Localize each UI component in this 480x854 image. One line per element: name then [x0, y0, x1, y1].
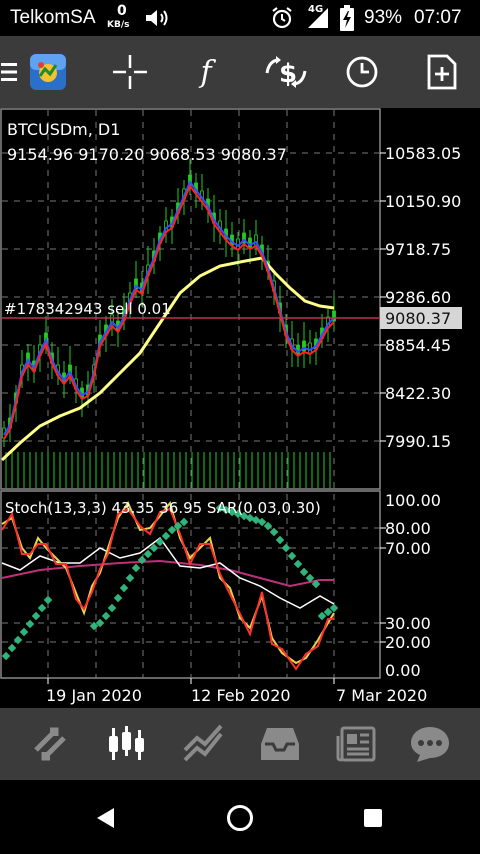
sar-dot — [119, 583, 129, 593]
sar-dot — [7, 643, 17, 653]
price-tick: 7990.15 — [385, 432, 451, 451]
quotes-icon[interactable] — [26, 720, 74, 768]
sar-dot — [107, 603, 117, 613]
sar-dot — [269, 527, 279, 537]
sar-dot — [155, 537, 165, 547]
sar-dot — [287, 551, 297, 561]
news-icon[interactable] — [332, 720, 380, 768]
sar-dot — [131, 563, 141, 573]
metatrader-logo-icon[interactable] — [26, 36, 70, 108]
indicator-label: Stoch(13,3,3) 43.35 36.95 SAR(0.03,0.30) — [5, 499, 321, 517]
price-tick: 10150.90 — [385, 192, 461, 211]
sar-dots — [1, 503, 339, 661]
price-axis: 10583.05 10150.90 9718.75 9286.60 8854.4… — [380, 144, 461, 451]
clock-icon[interactable] — [338, 36, 386, 108]
sar-dot — [299, 567, 309, 577]
ohlc-values: 9154.96 9170.20 9068.53 9080.37 — [7, 145, 287, 164]
new-document-icon[interactable] — [418, 36, 466, 108]
clock-time: 07:07 — [414, 7, 462, 28]
sar-dot — [43, 595, 53, 605]
trade-icon[interactable] — [180, 720, 228, 768]
battery-icon — [340, 5, 354, 35]
recents-icon[interactable] — [364, 809, 382, 831]
price-tick: 9718.75 — [385, 240, 451, 259]
indicator-tick: 70.00 — [385, 539, 431, 558]
stoch-signal-line — [1, 507, 334, 671]
sar-dot — [19, 627, 29, 637]
date-tick: 7 Mar 2020 — [336, 686, 427, 705]
date-tick: 12 Feb 2020 — [191, 686, 291, 705]
price-tick: 8854.45 — [385, 336, 451, 355]
sar-dot — [1, 651, 11, 661]
function-icon[interactable]: f — [182, 36, 230, 108]
stoch-main-line — [1, 500, 335, 665]
price-tick: 8422.30 — [385, 384, 451, 403]
bottom-navigation — [0, 708, 480, 780]
date-tick: 19 Jan 2020 — [46, 686, 142, 705]
system-navigation-bar — [0, 780, 480, 854]
sar-dot — [293, 559, 303, 569]
sar-dot — [37, 603, 47, 613]
battery-percent: 93% — [364, 7, 403, 28]
date-axis: 19 Jan 2020 12 Feb 2020 7 Mar 2020 — [46, 678, 427, 705]
sar-dot — [275, 535, 285, 545]
sar-dot — [25, 619, 35, 629]
net-speed-value: 0 — [117, 3, 127, 19]
signal-icon — [306, 8, 328, 32]
stoch-magenta-line — [1, 559, 334, 588]
sar-dot — [125, 573, 135, 583]
status-bar: TelkomSA 0 KB/s 4G 93% 07:07 — [0, 0, 480, 36]
sar-dot — [113, 593, 123, 603]
indicator-tick: 80.00 — [385, 519, 431, 538]
chart-toolbar: f $ — [0, 36, 480, 108]
chat-icon[interactable] — [406, 720, 454, 768]
indicator-axis: 100.00 80.00 70.00 30.00 20.00 0.00 — [380, 491, 441, 680]
dollar-arrows-icon[interactable]: $ — [262, 36, 310, 108]
price-tick: 10583.05 — [385, 144, 461, 163]
sar-dot — [101, 611, 111, 621]
history-icon[interactable] — [256, 720, 304, 768]
crosshair-icon[interactable] — [106, 36, 154, 108]
order-label[interactable]: #178342943 sell 0.01 — [4, 300, 171, 318]
back-icon[interactable] — [96, 807, 116, 833]
price-tick: 9286.60 — [385, 288, 451, 307]
volume-icon — [146, 8, 172, 32]
symbol-timeframe: BTCUSDm, D1 — [7, 120, 120, 139]
indicator-tick: 20.00 — [385, 633, 431, 652]
current-price: 9080.37 — [385, 309, 451, 328]
volume-bars — [5, 452, 331, 488]
chart-area[interactable]: #178342943 sell 0.01 10583.05 10150.90 9… — [0, 108, 480, 708]
home-icon[interactable] — [226, 804, 254, 836]
sar-dot — [143, 549, 153, 559]
alarm-icon — [270, 6, 294, 34]
menu-icon[interactable] — [0, 36, 18, 108]
indicator-tick: 0.00 — [385, 661, 421, 680]
chart-icon[interactable] — [102, 720, 150, 768]
sar-dot — [31, 611, 41, 621]
indicator-tick: 30.00 — [385, 614, 431, 633]
carrier-name: TelkomSA — [10, 7, 96, 28]
sar-dot — [161, 531, 171, 541]
indicator-tick: 100.00 — [385, 491, 441, 510]
net-speed-unit: KB/s — [107, 20, 130, 30]
chart-canvas[interactable]: #178342943 sell 0.01 10583.05 10150.90 9… — [0, 108, 480, 708]
sar-dot — [13, 635, 23, 645]
main-grid — [2, 110, 380, 678]
sar-dot — [281, 543, 291, 553]
candle-body — [308, 342, 312, 354]
